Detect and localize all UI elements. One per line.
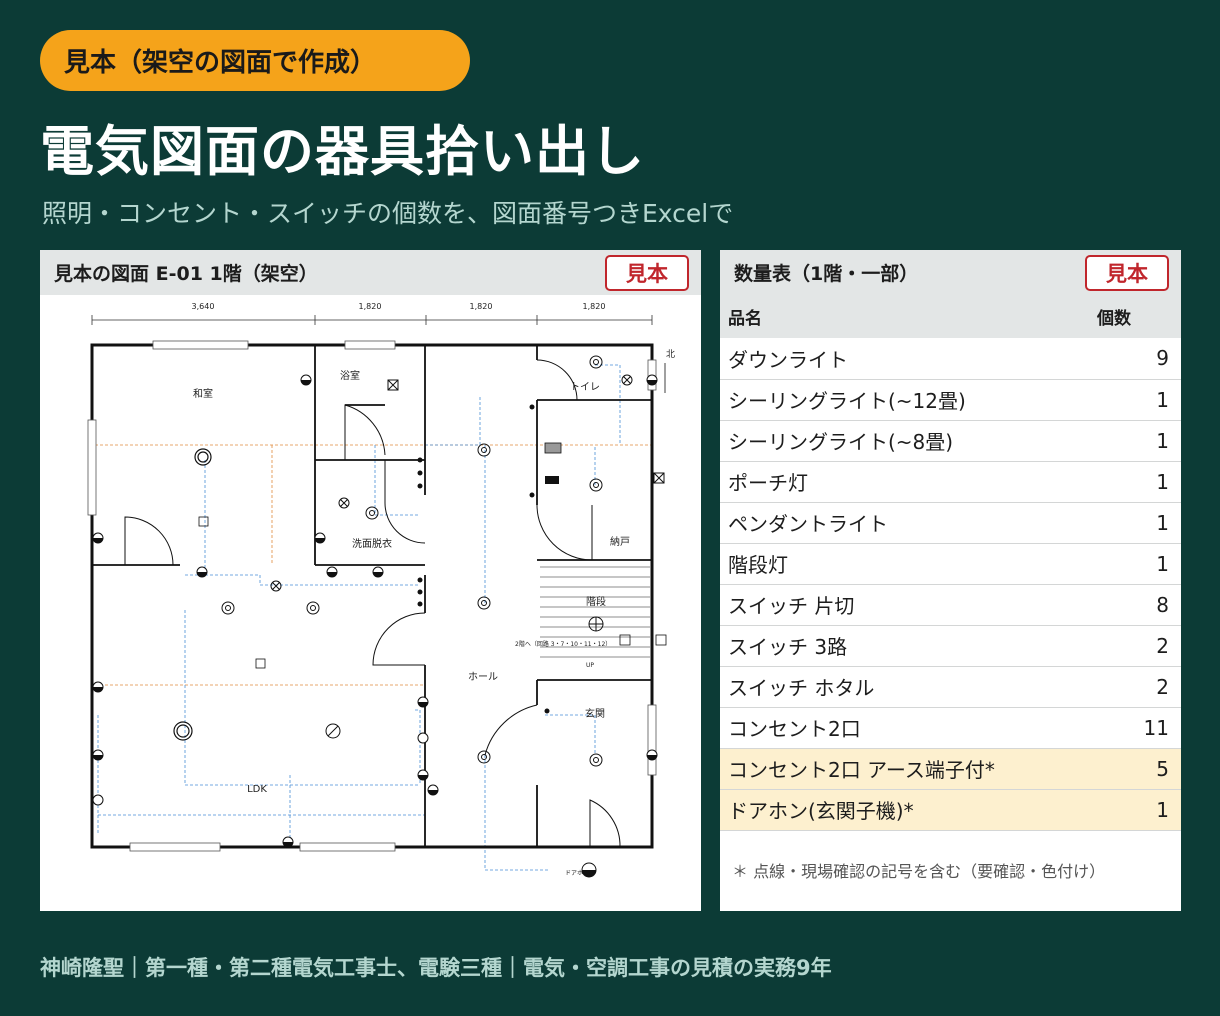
author-credit: 神崎隆聖｜第一種・第二種電気工事士、電験三種｜電気・空調工事の見積の実務9年	[40, 956, 832, 980]
drawing-panel-title: 見本の図面 E-01 1階（架空）	[54, 263, 318, 285]
item-count: 1	[1091, 502, 1181, 544]
floor-plan-svg: 3,640 1,820 1,820 1,820 和室 浴室 トイレ 洗面脱衣 納…	[87, 302, 675, 878]
item-name: スイッチ 片切	[720, 584, 1091, 626]
switch-icons	[417, 404, 550, 714]
item-name: シーリングライト(~8畳)	[720, 420, 1091, 462]
sample-stamp: 見本	[605, 255, 689, 291]
item-name: シーリングライト(~12畳)	[720, 379, 1091, 421]
item-count: 1	[1091, 420, 1181, 462]
item-count: 11	[1091, 707, 1181, 749]
dim-1: 3,640	[192, 302, 215, 311]
room-hall: ホール	[468, 671, 498, 683]
table-row: スイッチ ホタル 2	[720, 666, 1181, 708]
item-name: 階段灯	[720, 543, 1091, 585]
item-name: ペンダントライト	[720, 502, 1091, 544]
table-row: シーリングライト(~8畳) 1	[720, 420, 1181, 462]
item-count: 5	[1091, 748, 1181, 790]
col-header-name: 品名	[720, 295, 1091, 338]
quantity-panel: 数量表（1階・一部） 見本 品名 個数 ダウンライト 9 シーリングライト(~12…	[720, 250, 1181, 911]
room-senmen: 洗面脱衣	[352, 537, 392, 550]
table-row: スイッチ 片切 8	[720, 584, 1181, 626]
item-count: 2	[1091, 625, 1181, 667]
dim-3: 1,820	[470, 302, 493, 311]
bracket-light-icons	[270, 374, 665, 592]
item-name: スイッチ 3路	[720, 625, 1091, 667]
table-row: スイッチ 3路 2	[720, 625, 1181, 667]
stair-note: 2階へ（回路 3・7・10・11・12）	[515, 640, 611, 648]
item-count: 1	[1091, 543, 1181, 585]
downlight-icons	[221, 355, 603, 767]
table-footnote: ＊ 点線・現場確認の記号を含む（要確認・色付け）	[732, 862, 1106, 881]
page-title: 電気図面の器具拾い出し	[40, 120, 645, 183]
dim-2: 1,820	[359, 302, 382, 311]
stair-up-label: UP	[586, 662, 594, 669]
col-header-count: 個数	[1091, 295, 1181, 338]
item-count: 8	[1091, 584, 1181, 626]
item-name: ポーチ灯	[720, 461, 1091, 503]
item-count: 9	[1091, 338, 1181, 380]
table-row: ダウンライト 9	[720, 338, 1181, 380]
floor-plan: 3,640 1,820 1,820 1,820 和室 浴室 トイレ 洗面脱衣 納…	[40, 295, 701, 911]
quantity-panel-title: 数量表（1階・一部）	[734, 263, 919, 285]
sample-stamp: 見本	[1085, 255, 1169, 291]
room-ldk: LDK	[247, 784, 267, 795]
item-name: コンセント2口	[720, 707, 1091, 749]
dim-4: 1,820	[583, 302, 606, 311]
table-row: コンセント2口 11	[720, 707, 1181, 749]
table-row: ペンダントライト 1	[720, 502, 1181, 544]
page-subtitle: 照明・コンセント・スイッチの個数を、図面番号つきExcelで	[42, 199, 734, 228]
room-kaidan: 階段	[586, 595, 606, 608]
porch-light-icon	[581, 862, 597, 878]
drawing-panel-header: 見本の図面 E-01 1階（架空） 見本	[40, 250, 701, 295]
item-name: ダウンライト	[720, 338, 1091, 380]
stair-light-icon	[588, 616, 604, 632]
item-count: 1	[1091, 379, 1181, 421]
sample-badge: 見本（架空の図面で作成）	[40, 30, 470, 91]
room-bath: 浴室	[340, 369, 360, 382]
table-row: ポーチ灯 1	[720, 461, 1181, 503]
table-row: 階段灯 1	[720, 543, 1181, 585]
room-washitsu: 和室	[193, 387, 213, 400]
ceiling-light-icons	[173, 448, 212, 741]
north-label: 北	[666, 349, 675, 360]
hub-icon	[545, 476, 559, 484]
panel-board-icon	[544, 442, 562, 454]
item-count: 1	[1091, 461, 1181, 503]
room-nando: 納戸	[610, 535, 630, 548]
table-row: シーリングライト(~12畳) 1	[720, 379, 1181, 421]
item-count: 2	[1091, 666, 1181, 708]
room-genkan: 玄関	[585, 707, 605, 720]
item-name: コンセント2口 アース端子付*	[720, 748, 1091, 790]
quantity-table: 品名 個数 ダウンライト 9 シーリングライト(~12畳) 1 シーリングライト(~…	[720, 295, 1181, 831]
table-header-row: 品名 個数	[720, 295, 1181, 338]
drawing-panel: 見本の図面 E-01 1階（架空） 見本 3,640 1,820 1,820 1…	[40, 250, 701, 911]
item-name: ドアホン(玄関子機)*	[720, 789, 1091, 831]
item-count: 1	[1091, 789, 1181, 831]
item-name: スイッチ ホタル	[720, 666, 1091, 708]
room-toilet: トイレ	[570, 382, 600, 393]
table-row-highlighted: コンセント2口 アース端子付* 5	[720, 748, 1181, 790]
pendant-icon	[325, 723, 341, 739]
quantity-panel-header: 数量表（1階・一部） 見本	[720, 250, 1181, 295]
table-row-highlighted: ドアホン(玄関子機)* 1	[720, 789, 1181, 831]
